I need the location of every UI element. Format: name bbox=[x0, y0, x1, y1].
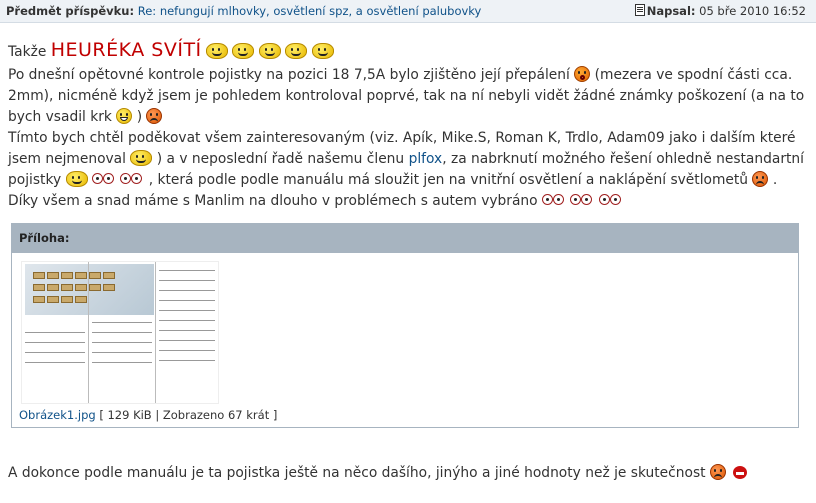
nuts-smiley-icon bbox=[570, 192, 594, 208]
attachment-caption: Obrázek1.jpg [ 129 KiB | Zobrazeno 67 kr… bbox=[19, 408, 277, 422]
wave-smiley-icon bbox=[311, 43, 334, 59]
post-footer-text: A dokonce podle manuálu je ta pojistka j… bbox=[8, 463, 750, 484]
p2d-text: , která podle podle manuálu má sloužit j… bbox=[148, 172, 749, 188]
p2e-text: . bbox=[772, 172, 778, 188]
footer-text: A dokonce podle manuálu je ta pojistka j… bbox=[8, 465, 706, 481]
wave-smiley-icon bbox=[130, 150, 153, 166]
document-icon[interactable] bbox=[634, 4, 645, 16]
post-body: Takže HEURÉKA SVÍTÍ Po dnešní opětovné k… bbox=[8, 37, 808, 212]
wave-smiley-icon bbox=[206, 43, 229, 59]
post-header: Předmět příspěvku: Re: nefungují mlhovky… bbox=[0, 0, 816, 23]
post-author-line: Napsal: 05 bře 2010 16:52 bbox=[634, 4, 806, 18]
subject-label: Předmět příspěvku: bbox=[6, 4, 135, 18]
intro-word: Takže bbox=[8, 44, 47, 60]
wave-smiley-icon bbox=[285, 43, 308, 59]
shock-smiley-icon bbox=[574, 66, 591, 82]
grin-smiley-icon bbox=[116, 108, 133, 124]
post-subject-line: Předmět příspěvku: Re: nefungují mlhovky… bbox=[6, 4, 481, 18]
fuse-box-diagram bbox=[25, 264, 154, 315]
posted-label: Napsal: bbox=[646, 4, 696, 18]
paragraph-2: Tímto bych chtěl poděkovat všem zaintere… bbox=[8, 128, 808, 191]
nuts-smiley-icon bbox=[598, 192, 623, 208]
attachment-thumbnail[interactable] bbox=[21, 261, 219, 404]
sad-smiley-icon bbox=[752, 171, 769, 187]
attachment-meta: [ 129 KiB | Zobrazeno 67 krát ] bbox=[99, 408, 278, 422]
paragraph-3: Díky všem a snad máme s Manlim na dlouho… bbox=[8, 191, 808, 212]
p3-text: Díky všem a snad máme s Manlim na dlouho… bbox=[8, 193, 538, 209]
wave-smiley-icon bbox=[258, 43, 281, 59]
nuts-smiley-icon bbox=[541, 192, 566, 208]
attachment-label: Příloha: bbox=[12, 224, 798, 253]
devil-smiley-icon bbox=[730, 464, 750, 480]
sad-smiley-icon bbox=[709, 464, 726, 480]
paragraph-1: Po dnešní opětovné kontrole pojistky na … bbox=[8, 65, 808, 128]
wave-smiley-icon bbox=[65, 171, 88, 187]
attachment-box: Příloha: Obrázek1.jpg [ 129 KiB | Zobraz… bbox=[11, 223, 799, 428]
nuts-smiley-icon bbox=[91, 171, 116, 187]
sad-smiley-icon bbox=[146, 108, 163, 124]
p2b-text: ) a v neposlední řadě našemu členu bbox=[156, 151, 405, 167]
headline-line: Takže HEURÉKA SVÍTÍ bbox=[8, 37, 808, 65]
subject-link[interactable]: Re: nefungují mlhovky, osvětlení spz, a … bbox=[138, 4, 482, 18]
headline-text: HEURÉKA SVÍTÍ bbox=[50, 39, 202, 61]
attachment-file-link[interactable]: Obrázek1.jpg bbox=[19, 408, 96, 422]
nuts-smiley-icon bbox=[120, 171, 144, 187]
p1c-text: ) bbox=[136, 109, 143, 125]
p1-text: Po dnešní opětovné kontrole pojistky na … bbox=[8, 67, 570, 83]
member-link[interactable]: plfox bbox=[409, 151, 443, 167]
posted-date: 05 bře 2010 16:52 bbox=[699, 4, 806, 18]
wave-smiley-icon bbox=[232, 43, 255, 59]
